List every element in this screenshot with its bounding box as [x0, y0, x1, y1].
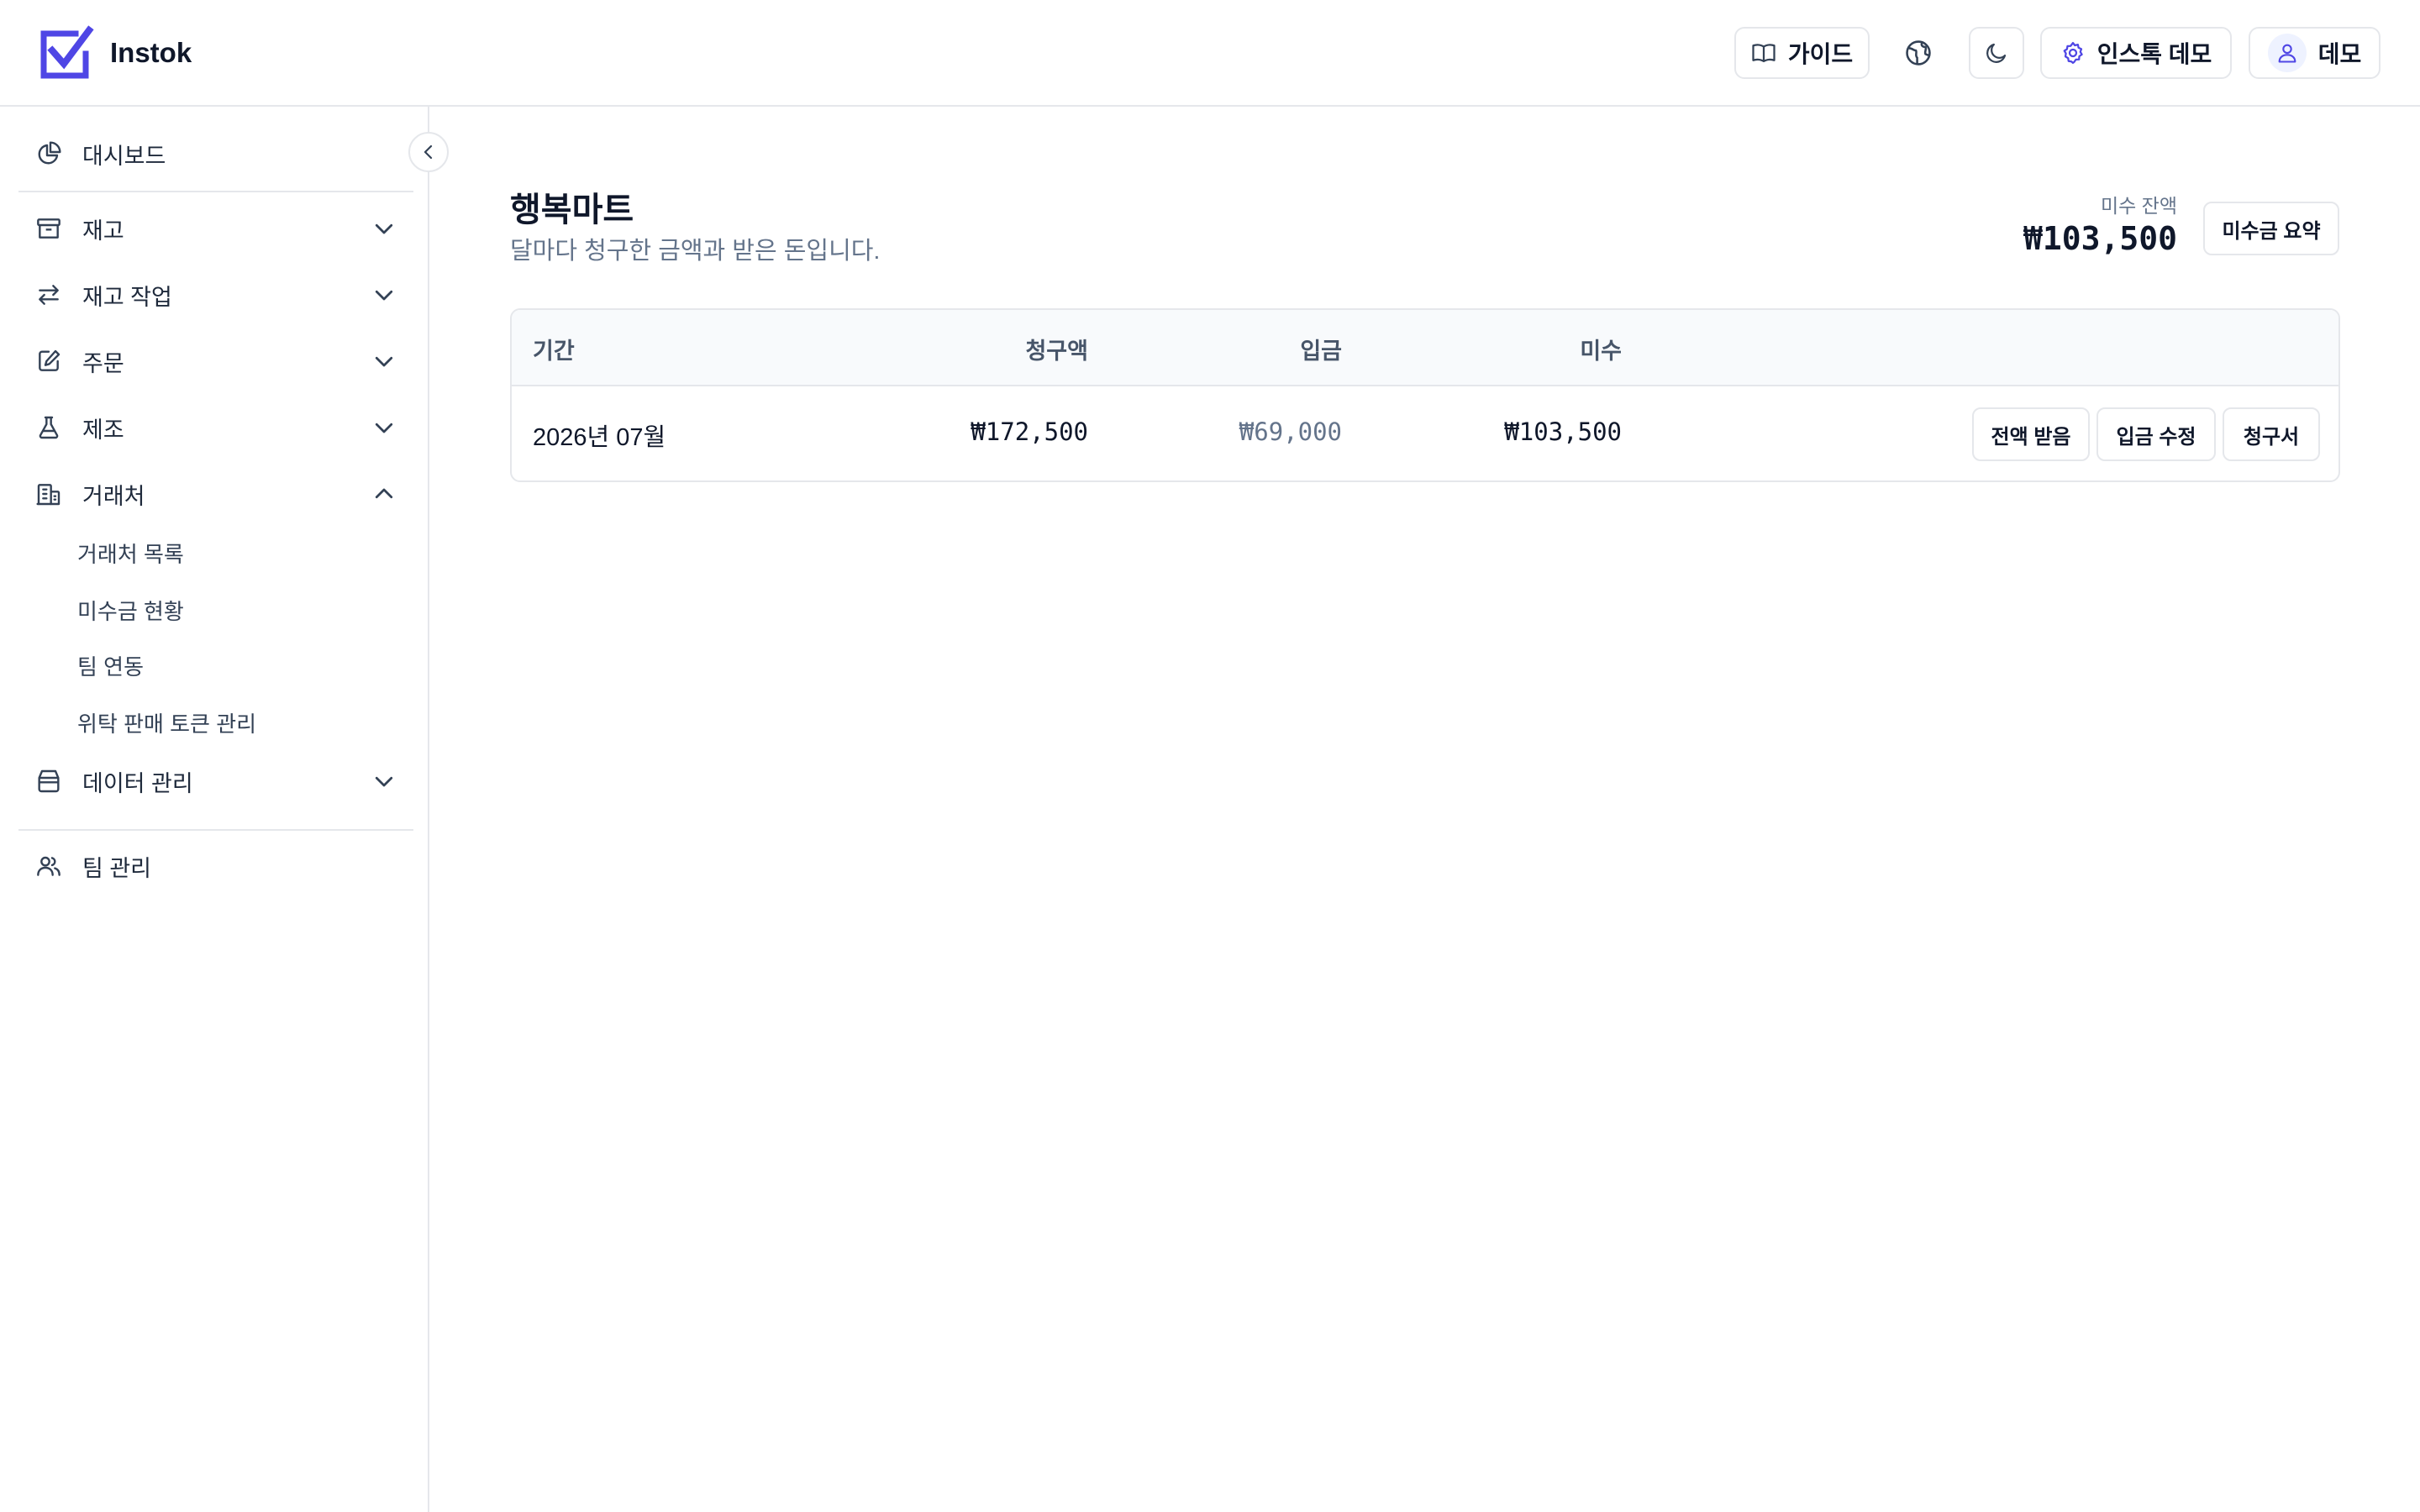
dark-mode-toggle[interactable]	[1969, 27, 2024, 79]
sidebar-item-inventory[interactable]: 재고	[18, 203, 413, 254]
balance-value: ₩103,500	[2023, 220, 2177, 257]
sidebar-item-inventory-work[interactable]: 재고 작업	[18, 270, 413, 320]
avatar	[2267, 34, 2307, 72]
sidebar-collapse-button[interactable]	[408, 132, 449, 172]
edit-payment-button[interactable]: 입금 수정	[2096, 407, 2216, 461]
guide-button[interactable]: 가이드	[1734, 27, 1870, 79]
guide-button-label: 가이드	[1787, 41, 1854, 67]
database-icon	[35, 768, 62, 795]
invoice-button[interactable]: 청구서	[2223, 407, 2320, 461]
billing-table: 기간 청구액 입금 미수 2026년 07월 ₩172,500 ₩69,000 …	[510, 308, 2340, 482]
top-bar: Instok 가이드 인스톡 데모 데모	[0, 0, 2420, 107]
cell-period: 2026년 07월	[533, 424, 666, 451]
user-icon	[2278, 44, 2296, 63]
table-header: 기간 청구액 입금 미수	[512, 310, 2338, 386]
sidebar-subitem-team-link[interactable]: 팀 연동	[77, 644, 144, 686]
sidebar-divider	[18, 191, 413, 192]
sidebar-item-label: 거래처	[82, 483, 145, 509]
sidebar-item-label: 주문	[82, 350, 124, 376]
sidebar-item-label: 재고	[82, 218, 124, 244]
user-menu-button[interactable]: 데모	[2249, 27, 2381, 79]
sidebar-item-dashboard[interactable]: 대시보드	[18, 129, 413, 179]
sidebar-item-label: 재고 작업	[82, 284, 172, 310]
workspace-settings-button[interactable]: 인스톡 데모	[2040, 27, 2232, 79]
sidebar-subitem-partner-list[interactable]: 거래처 목록	[77, 532, 184, 574]
sidebar-item-orders[interactable]: 주문	[18, 336, 413, 386]
sidebar-item-manufacturing[interactable]: 제조	[18, 402, 413, 453]
sidebar-divider	[18, 829, 413, 831]
chevron-down-icon	[371, 349, 397, 374]
chevron-down-icon	[371, 415, 397, 440]
sidebar-subitem-consignment-tokens[interactable]: 위탁 판매 토큰 관리	[77, 701, 256, 743]
sidebar-item-label: 팀 관리	[82, 855, 152, 881]
building-icon	[35, 480, 62, 507]
chevron-left-icon	[424, 144, 433, 160]
balance-label: 미수 잔액	[2100, 195, 2177, 217]
archive-icon	[35, 215, 62, 242]
column-header-billed: 청구액	[1025, 339, 1088, 364]
sidebar-item-label: 제조	[82, 417, 124, 443]
chevron-down-icon	[371, 282, 397, 307]
gear-icon	[2060, 40, 2086, 66]
moon-icon	[1984, 40, 2009, 66]
chevron-down-icon	[371, 769, 397, 794]
chevron-up-icon	[371, 481, 397, 507]
instok-logo-icon[interactable]	[39, 25, 94, 81]
column-header-outstanding: 미수	[1580, 339, 1622, 364]
brand-name[interactable]: Instok	[110, 34, 192, 72]
cell-paid[interactable]: ₩69,000	[1239, 417, 1342, 446]
flask-icon	[35, 414, 62, 441]
users-icon	[35, 853, 62, 879]
sidebar-item-label: 대시보드	[82, 143, 166, 169]
book-open-icon	[1751, 40, 1776, 66]
sidebar-item-data-management[interactable]: 데이터 관리	[18, 756, 413, 806]
page-subtitle: 달마다 청구한 금액과 받은 돈입니다.	[510, 238, 881, 265]
sidebar-item-team[interactable]: 팀 관리	[18, 841, 413, 891]
sidebar-item-label: 데이터 관리	[82, 770, 193, 796]
chevron-down-icon	[371, 216, 397, 241]
workspace-label: 인스톡 데모	[2096, 41, 2212, 67]
user-label: 데모	[2317, 41, 2362, 67]
page-title: 행복마트	[510, 192, 634, 228]
cell-billed: ₩172,500	[971, 417, 1088, 446]
sidebar-item-partners[interactable]: 거래처	[18, 469, 413, 519]
transfer-arrows-icon	[35, 281, 62, 308]
mark-fully-paid-button[interactable]: 전액 받음	[1972, 407, 2090, 461]
cell-outstanding: ₩103,500	[1504, 417, 1622, 446]
pie-chart-icon	[35, 140, 62, 167]
receivables-summary-button[interactable]: 미수금 요약	[2203, 202, 2339, 255]
language-button[interactable]	[1891, 27, 1946, 79]
globe-icon	[1904, 39, 1933, 67]
column-header-paid: 입금	[1300, 339, 1342, 364]
column-header-period: 기간	[533, 339, 575, 364]
edit-note-icon	[35, 348, 62, 375]
sidebar-subitem-receivables[interactable]: 미수금 현황	[77, 589, 184, 631]
